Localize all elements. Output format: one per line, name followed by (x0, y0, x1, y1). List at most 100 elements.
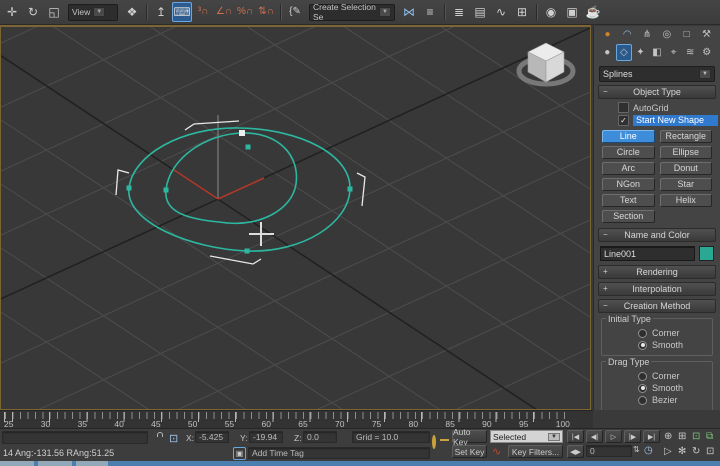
autogrid-checkbox[interactable] (618, 102, 629, 113)
set-key-button[interactable]: Set Key (452, 445, 487, 458)
keyboard-override-icon[interactable]: ⌨ (172, 2, 192, 22)
helix-button[interactable]: Helix (660, 194, 713, 207)
object-name-input[interactable]: Line001 (600, 246, 695, 261)
graphite-tools-icon[interactable]: ▤ (470, 2, 490, 22)
drag-bezier-row[interactable]: Bezier (638, 395, 708, 405)
section-button[interactable]: Section (602, 210, 655, 223)
key-filters-label: Key Filters... (512, 447, 559, 457)
object-color-swatch[interactable] (699, 246, 714, 261)
curve-editor-icon[interactable]: ∿ (491, 2, 511, 22)
hierarchy-tab-icon[interactable]: ⋔ (640, 28, 655, 42)
text-button[interactable]: Text (602, 194, 655, 207)
start-new-shape-checkbox[interactable]: ✓ (618, 115, 629, 126)
perspective-viewport[interactable] (0, 25, 591, 410)
add-time-tag-field[interactable]: Add Time Tag (248, 447, 430, 459)
key-mode-button[interactable]: ◀▶ (567, 445, 584, 458)
motion-tab-icon[interactable]: ◎ (659, 28, 674, 42)
object-type-rollout[interactable]: − Object Type (598, 85, 716, 99)
initial-smooth-row[interactable]: Smooth (638, 340, 708, 350)
space-warps-icon[interactable]: ≋ (682, 44, 699, 61)
donut-button[interactable]: Donut (660, 162, 713, 175)
initial-smooth-radio[interactable] (638, 341, 647, 350)
snap-toggle-3d-icon[interactable]: ³∩ (193, 2, 213, 22)
maximize-viewport-icon[interactable]: ⊡ (706, 446, 720, 459)
rectangle-button[interactable]: Rectangle (660, 130, 713, 143)
creation-method-rollout[interactable]: − Creation Method (598, 299, 716, 313)
star-button[interactable]: Star (660, 178, 713, 191)
pan-icon[interactable]: ✻ (678, 446, 692, 459)
zoom-extents-icon[interactable]: ⊡ (692, 431, 706, 444)
track-bar[interactable]: 25 30 35 40 45 50 55 60 65 70 75 80 85 9… (0, 410, 593, 428)
command-panel: ● ◠ ⋔ ◎ □ ⚒ ● ◇ ✦ ◧ ⌖ ≋ ⚙ Splines ▼ − Ob… (593, 26, 720, 428)
geometry-icon[interactable]: ● (599, 44, 616, 61)
drag-bezier-radio[interactable] (638, 396, 647, 405)
select-rotate-icon[interactable]: ↻ (23, 2, 43, 22)
rendering-rollout[interactable]: + Rendering (598, 265, 716, 279)
z-coordinate-field[interactable]: 0.0 (303, 431, 337, 443)
align-icon[interactable]: ≡ (420, 2, 440, 22)
time-configuration-icon[interactable]: ◷ (644, 445, 658, 458)
rendered-frame-window-icon[interactable]: ▣ (562, 2, 582, 22)
select-manipulate-icon[interactable]: ↥ (151, 2, 171, 22)
new-key-settings-icon[interactable]: ∿ (492, 445, 501, 458)
layer-manager-icon[interactable]: ≣ (449, 2, 469, 22)
previous-frame-button[interactable]: ◀| (586, 430, 603, 443)
use-center-icon[interactable]: ❖ (122, 2, 142, 22)
drag-smooth-radio[interactable] (638, 384, 647, 393)
drag-smooth-row[interactable]: Smooth (638, 383, 708, 393)
orbit-icon[interactable]: ↻ (692, 446, 706, 459)
play-button[interactable]: ▷ (605, 430, 622, 443)
arc-button[interactable]: Arc (602, 162, 655, 175)
percent-snap-icon[interactable]: %∩ (235, 2, 255, 22)
go-to-start-button[interactable]: |◀ (567, 430, 584, 443)
key-filters-button[interactable]: Key Filters... (508, 445, 563, 458)
ngon-button[interactable]: NGon (602, 178, 655, 191)
spinner-snap-icon[interactable]: ⇅∩ (256, 2, 276, 22)
angle-snap-icon[interactable]: ∠∩ (214, 2, 234, 22)
start-new-shape-row[interactable]: ✓ Start New Shape (618, 115, 720, 126)
helpers-icon[interactable]: ⌖ (665, 44, 682, 61)
zoom-icon[interactable]: ⊕ (664, 431, 678, 444)
go-to-end-button[interactable]: ▶| (643, 430, 660, 443)
interpolation-rollout[interactable]: + Interpolation (598, 282, 716, 296)
auto-key-button[interactable]: Auto Key (452, 430, 487, 443)
circle-button[interactable]: Circle (602, 146, 655, 159)
ellipse-button[interactable]: Ellipse (660, 146, 713, 159)
selected-dropdown[interactable]: Selected ▼ (490, 430, 563, 443)
utilities-tab-icon[interactable]: ⚒ (699, 28, 714, 42)
selection-set-dropdown[interactable]: Create Selection Se ▼ (309, 4, 395, 21)
cameras-icon[interactable]: ◧ (649, 44, 666, 61)
select-scale-icon[interactable]: ◱ (44, 2, 64, 22)
drag-corner-row[interactable]: Corner (638, 371, 708, 381)
lights-icon[interactable]: ✦ (632, 44, 649, 61)
systems-icon[interactable]: ⚙ (698, 44, 715, 61)
x-coordinate-field[interactable]: -5.425 (195, 431, 229, 443)
create-tab-icon[interactable]: ● (600, 28, 615, 42)
y-coordinate-field[interactable]: -19.94 (249, 431, 283, 443)
next-frame-button[interactable]: |▶ (624, 430, 641, 443)
schematic-view-icon[interactable]: ⊞ (512, 2, 532, 22)
absolute-offset-toggle-icon[interactable]: ⊡ (169, 432, 178, 445)
zoom-all-icon[interactable]: ⊞ (678, 431, 692, 444)
modify-tab-icon[interactable]: ◠ (620, 28, 635, 42)
reference-coordinate-dropdown[interactable]: View ▼ (68, 4, 118, 21)
fov-icon[interactable]: ▷ (664, 446, 678, 459)
render-production-icon[interactable]: ☕ (583, 2, 603, 22)
render-setup-icon[interactable]: ◉ (541, 2, 561, 22)
initial-corner-row[interactable]: Corner (638, 328, 708, 338)
mirror-icon[interactable]: ⋈ (399, 2, 419, 22)
named-selection-sets-icon[interactable]: {✎ (285, 2, 305, 22)
drag-corner-radio[interactable] (638, 372, 647, 381)
line-button[interactable]: Line (602, 130, 655, 143)
shapes-icon[interactable]: ◇ (616, 44, 633, 61)
initial-corner-radio[interactable] (638, 329, 647, 338)
select-move-icon[interactable]: ✛ (2, 2, 22, 22)
name-color-rollout[interactable]: − Name and Color (598, 228, 716, 242)
display-tab-icon[interactable]: □ (679, 28, 694, 42)
zoom-extents-all-icon[interactable]: ⧉ (706, 431, 720, 444)
mini-listener[interactable] (2, 431, 148, 444)
time-tag-icon[interactable]: ▣ (233, 447, 246, 460)
shape-category-dropdown[interactable]: Splines ▼ (599, 66, 715, 82)
current-frame-field[interactable]: 0 (586, 445, 632, 457)
autogrid-row[interactable]: AutoGrid (618, 102, 720, 113)
